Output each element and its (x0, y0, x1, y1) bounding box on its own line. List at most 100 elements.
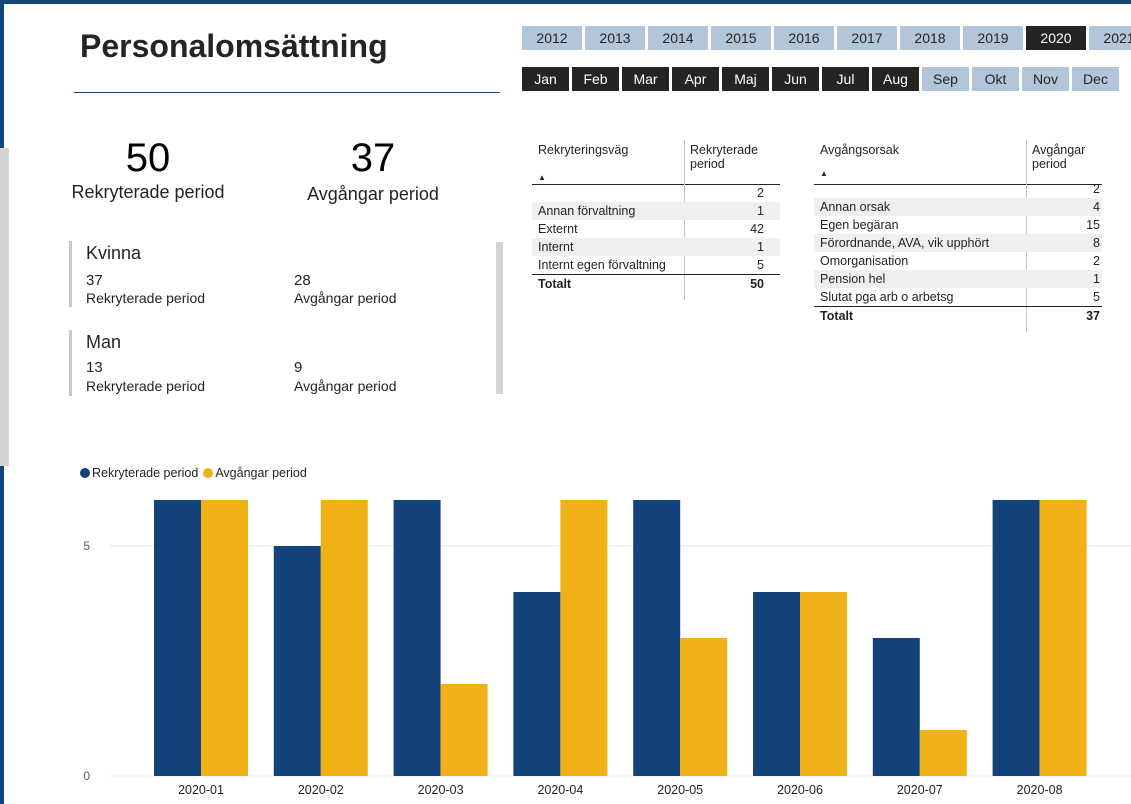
kpi-avgangar-value: 37 (350, 136, 396, 180)
gender-card-kvinna: Kvinna 37 Rekryterade period 28 Avgångar… (69, 241, 492, 307)
bar-avgangar[interactable] (320, 500, 368, 776)
table-cell-value: 42 (750, 222, 764, 236)
column-header-line: period (690, 157, 725, 171)
gender-avgangar-value: 28 (294, 272, 311, 289)
bar-avgangar[interactable] (1039, 500, 1087, 776)
column-header-rekryterade-period[interactable]: Rekryterade period (690, 143, 758, 171)
legend-label: Rekryterade period (92, 466, 199, 480)
gender-rekryterade-label: Rekryterade period (86, 290, 206, 306)
bar-avgangar[interactable] (201, 500, 248, 776)
page-title: Personalomsättning (80, 28, 388, 64)
table-row[interactable]: Externt 42 (532, 220, 780, 238)
table-cell-value: 1 (757, 204, 764, 218)
month-slicer: Jan Feb Mar Apr Maj Jun Jul Aug Sep Okt Nov Dec (522, 67, 1119, 91)
month-button-jan[interactable]: Jan (522, 67, 569, 91)
x-tick-label: 2020-05 (657, 783, 703, 797)
bar-avgangar[interactable] (919, 730, 967, 776)
x-tick-label: 2020-06 (777, 783, 823, 797)
table-cell-value: 1 (1093, 272, 1100, 286)
year-button-2015[interactable]: 2015 (711, 26, 771, 50)
column-header-avgangsorsak[interactable]: Avgångsorsak (820, 143, 899, 157)
column-header-line: Rekryterade (690, 143, 759, 157)
table-row[interactable]: Egen begäran 15 (814, 216, 1102, 234)
legend-item-avgangar[interactable]: Avgångar period (203, 466, 307, 480)
year-button-2012[interactable]: 2012 (522, 26, 582, 50)
bar-rekryterade[interactable] (513, 592, 561, 776)
bar-rekryterade[interactable] (273, 546, 321, 776)
month-button-jun[interactable]: Jun (772, 67, 819, 91)
column-header-avgangar-period[interactable]: Avgångar period (1032, 143, 1085, 171)
month-button-dec[interactable]: Dec (1072, 67, 1119, 91)
bar-rekryterade[interactable] (154, 500, 201, 776)
left-scroll-track (0, 148, 9, 466)
table-total-label: Totalt (820, 309, 854, 323)
table-row[interactable]: 2 (532, 184, 780, 202)
bar-avgangar[interactable] (800, 592, 847, 776)
table-total-label: Totalt (538, 277, 572, 291)
month-button-sep[interactable]: Sep (922, 67, 969, 91)
table-cell-value: 2 (1093, 254, 1100, 268)
bar-avgangar[interactable] (440, 684, 488, 776)
gender-avgangar-label: Avgångar period (294, 290, 397, 306)
gender-card-man: Man 13 Rekryterade period 9 Avgångar per… (69, 330, 492, 396)
x-tick-label: 2020-01 (178, 783, 224, 797)
x-tick-label: 2020-04 (537, 783, 583, 797)
year-button-2019[interactable]: 2019 (963, 26, 1023, 50)
sort-ascending-icon[interactable]: ▲ (820, 169, 828, 178)
table-cell-name: Internt (538, 240, 574, 254)
bar-rekryterade[interactable] (992, 500, 1040, 776)
table-header: Rekryteringsväg Rekryterade period ▲ (532, 140, 780, 185)
kpi-avgangar-label: Avgångar period (307, 184, 439, 204)
legend-item-rekryterade[interactable]: Rekryterade period (80, 466, 198, 480)
gender-rekryterade-value: 37 (86, 272, 103, 289)
table-total-row: Totalt 37 (814, 306, 1102, 325)
bar-rekryterade[interactable] (872, 638, 920, 776)
bar-rekryterade[interactable] (633, 500, 681, 776)
table-row[interactable]: Omorganisation 2 (814, 252, 1102, 270)
table-row[interactable]: Slutat pga arb o arbetsg 5 (814, 288, 1102, 306)
bar-avgangar[interactable] (560, 500, 608, 776)
gender-scrollbar[interactable] (496, 242, 503, 394)
year-button-2014[interactable]: 2014 (648, 26, 708, 50)
year-button-2016[interactable]: 2016 (774, 26, 834, 50)
gender-avgangar-label: Avgångar period (294, 378, 397, 394)
month-button-aug[interactable]: Aug (872, 67, 919, 91)
month-button-nov[interactable]: Nov (1022, 67, 1069, 91)
legend-dot-icon (203, 468, 214, 478)
bar-avgangar[interactable] (680, 638, 728, 776)
table-row[interactable]: Förordnande, AVA, vik upphört 8 (814, 234, 1102, 252)
x-tick-label: 2020-08 (1017, 783, 1063, 797)
year-button-2017[interactable]: 2017 (837, 26, 897, 50)
month-button-maj[interactable]: Maj (722, 67, 769, 91)
table-cell-value: 5 (1093, 290, 1100, 304)
table-row[interactable]: Annan orsak 4 (814, 198, 1102, 216)
month-button-okt[interactable]: Okt (972, 67, 1019, 91)
year-button-2020[interactable]: 2020 (1026, 26, 1086, 50)
table-row[interactable]: Annan förvaltning 1 (532, 202, 780, 220)
month-button-jul[interactable]: Jul (822, 67, 869, 91)
year-button-2018[interactable]: 2018 (900, 26, 960, 50)
bar-rekryterade[interactable] (393, 500, 441, 776)
month-button-mar[interactable]: Mar (622, 67, 669, 91)
sort-ascending-icon[interactable]: ▲ (538, 173, 546, 182)
month-button-apr[interactable]: Apr (672, 67, 719, 91)
column-header-rekryteringsvag[interactable]: Rekryteringsväg (538, 143, 628, 157)
month-button-feb[interactable]: Feb (572, 67, 619, 91)
table-cell-name: Förordnande, AVA, vik upphört (820, 236, 990, 250)
table-total-value: 50 (750, 277, 764, 291)
gender-name: Kvinna (86, 243, 142, 263)
kpi-rekryterade: 50 Rekryterade period (68, 136, 228, 203)
table-cell-name: Pension hel (820, 272, 886, 286)
year-button-2013[interactable]: 2013 (585, 26, 645, 50)
column-header-line: Avgångar (1032, 143, 1086, 157)
table-row[interactable]: Internt egen förvaltning 5 (532, 256, 780, 274)
kpi-rekryterade-label: Rekryterade period (71, 182, 225, 202)
table-cell-name: Annan orsak (820, 200, 891, 214)
table-row[interactable]: Internt 1 (532, 238, 780, 256)
table-header: Avgångsorsak Avgångar period ▲ (814, 140, 1102, 185)
table-row[interactable]: Pension hel 1 (814, 270, 1102, 288)
year-button-2021[interactable]: 2021 (1089, 26, 1131, 50)
bar-rekryterade[interactable] (753, 592, 800, 776)
table-row[interactable]: 2 (814, 180, 1102, 198)
table-total-row: Totalt 50 (532, 274, 780, 293)
